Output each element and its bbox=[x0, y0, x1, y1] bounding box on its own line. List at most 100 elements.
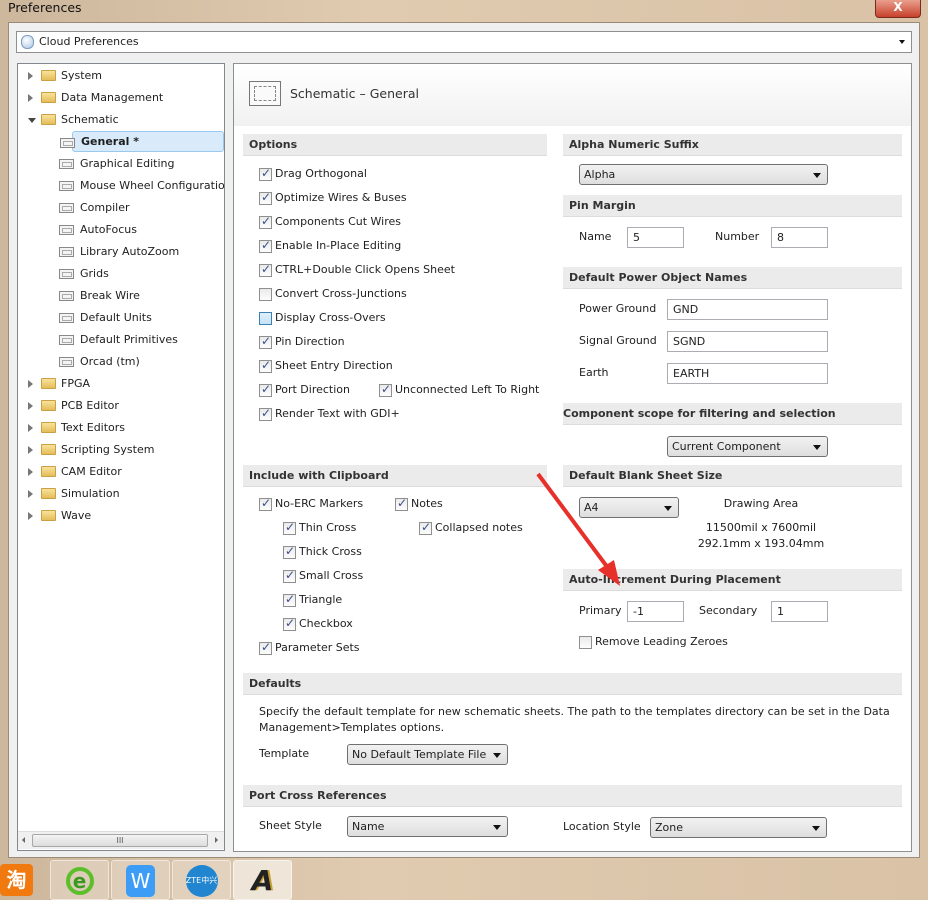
pin-number-input[interactable]: 8 bbox=[771, 227, 828, 248]
expand-icon[interactable] bbox=[28, 424, 33, 432]
thick-cross-label: Thick Cross bbox=[299, 545, 362, 558]
checkbox-label: Checkbox bbox=[299, 617, 353, 630]
tree-item[interactable]: Schematic bbox=[18, 109, 224, 131]
expand-icon[interactable] bbox=[28, 468, 33, 476]
enable-in-place-editing-label: Enable In-Place Editing bbox=[275, 239, 402, 252]
tree-item-label: PCB Editor bbox=[61, 399, 119, 412]
expand-icon[interactable] bbox=[28, 446, 33, 454]
page-icon bbox=[59, 291, 74, 301]
page-icon bbox=[59, 225, 74, 235]
drag-orthogonal-checkbox[interactable] bbox=[259, 166, 272, 181]
taskbar-wps[interactable]: W bbox=[111, 860, 170, 900]
expand-icon[interactable] bbox=[28, 72, 33, 80]
tree-item[interactable]: PCB Editor bbox=[18, 395, 224, 417]
zte-icon: ZTE中兴 bbox=[185, 865, 218, 897]
no-erc-markers-checkbox[interactable] bbox=[259, 496, 272, 511]
template-label: Template bbox=[259, 747, 310, 760]
sheet-style-select[interactable]: Name bbox=[347, 816, 508, 837]
ctrl-double-click-opens-sheet-checkbox[interactable] bbox=[259, 262, 272, 277]
taobao-icon[interactable]: 淘 bbox=[0, 864, 33, 896]
tree-item[interactable]: System bbox=[18, 65, 224, 87]
small-cross-checkbox[interactable] bbox=[283, 568, 296, 583]
checkbox-checkbox[interactable] bbox=[283, 616, 296, 631]
optimize-wires-buses-checkbox[interactable] bbox=[259, 190, 272, 205]
parameter-sets-checkbox[interactable] bbox=[259, 640, 272, 655]
tree-item[interactable]: Break Wire bbox=[18, 285, 224, 307]
location-style-label: Location Style bbox=[563, 820, 641, 833]
collapsed-notes-checkbox[interactable] bbox=[419, 520, 432, 535]
tree-item[interactable]: Library AutoZoom bbox=[18, 241, 224, 263]
expand-icon[interactable] bbox=[28, 490, 33, 498]
tree-item[interactable]: Default Primitives bbox=[18, 329, 224, 351]
scroll-right-icon[interactable] bbox=[215, 837, 218, 843]
tree-item[interactable]: FPGA bbox=[18, 373, 224, 395]
tree-item[interactable]: Scripting System bbox=[18, 439, 224, 461]
tree-item-label: Default Units bbox=[80, 311, 152, 324]
render-text-with-gdi-checkbox[interactable] bbox=[259, 406, 272, 421]
remove-leading-zeroes-label: Remove Leading Zeroes bbox=[595, 635, 728, 648]
close-button[interactable]: X bbox=[875, 0, 921, 18]
location-style-select[interactable]: Zone bbox=[650, 817, 827, 838]
tree-horizontal-scrollbar[interactable]: III bbox=[18, 831, 224, 849]
expand-icon[interactable] bbox=[28, 94, 33, 102]
enable-in-place-editing-checkbox[interactable] bbox=[259, 238, 272, 253]
convert-cross-junctions-checkbox[interactable] bbox=[259, 288, 272, 301]
folder-icon bbox=[41, 510, 56, 521]
expand-icon[interactable] bbox=[28, 512, 33, 520]
port-direction-checkbox[interactable] bbox=[259, 382, 272, 397]
tree-item[interactable]: Text Editors bbox=[18, 417, 224, 439]
expand-icon[interactable] bbox=[28, 380, 33, 388]
folder-icon bbox=[41, 70, 56, 81]
tree-item[interactable]: General * bbox=[60, 131, 224, 152]
scroll-left-icon[interactable] bbox=[22, 837, 25, 843]
tree-item[interactable]: Default Units bbox=[18, 307, 224, 329]
thick-cross-checkbox[interactable] bbox=[283, 544, 296, 559]
sheet-entry-direction-checkbox[interactable] bbox=[259, 358, 272, 373]
unconnected-left-to-right-checkbox[interactable] bbox=[379, 382, 392, 397]
components-cut-wires-checkbox[interactable] bbox=[259, 214, 272, 229]
tree-item[interactable]: Graphical Editing bbox=[18, 153, 224, 175]
tree-item[interactable]: AutoFocus bbox=[18, 219, 224, 241]
remove-leading-zeroes-checkbox[interactable] bbox=[579, 636, 592, 649]
window-title: Preferences bbox=[8, 0, 82, 15]
tree-item[interactable]: Simulation bbox=[18, 483, 224, 505]
page-icon bbox=[60, 138, 75, 148]
taskbar-ie[interactable]: e bbox=[50, 860, 109, 900]
taskbar: 淘 e W ZTE中兴 A bbox=[0, 858, 928, 900]
profile-select[interactable]: Cloud Preferences bbox=[16, 31, 912, 53]
thin-cross-checkbox[interactable] bbox=[283, 520, 296, 535]
alpha-suffix-select[interactable]: Alpha bbox=[579, 164, 828, 185]
sheet-size-select[interactable]: A4 bbox=[579, 497, 679, 518]
primary-input[interactable]: -1 bbox=[627, 601, 684, 622]
tree-item[interactable]: Wave bbox=[18, 505, 224, 527]
earth-input[interactable]: EARTH bbox=[667, 363, 828, 384]
tree-item[interactable]: Grids bbox=[18, 263, 224, 285]
power-ground-input[interactable]: GND bbox=[667, 299, 828, 320]
folder-icon bbox=[41, 114, 56, 125]
pin-direction-checkbox[interactable] bbox=[259, 334, 272, 349]
pin-name-input[interactable]: 5 bbox=[627, 227, 684, 248]
thin-cross-label: Thin Cross bbox=[299, 521, 357, 534]
tree-item[interactable]: CAM Editor bbox=[18, 461, 224, 483]
expand-open-icon[interactable] bbox=[28, 118, 36, 123]
sheet-style-value: Name bbox=[352, 820, 385, 833]
tree-item-label: Default Primitives bbox=[80, 333, 178, 346]
notes-checkbox[interactable] bbox=[395, 496, 408, 511]
scroll-thumb[interactable]: III bbox=[32, 834, 208, 847]
signal-ground-label: Signal Ground bbox=[579, 334, 657, 347]
tree-item[interactable]: Orcad (tm) bbox=[18, 351, 224, 373]
tree-item[interactable]: Data Management bbox=[18, 87, 224, 109]
tree-item[interactable]: Compiler bbox=[18, 197, 224, 219]
triangle-checkbox[interactable] bbox=[283, 592, 296, 607]
tree-item[interactable]: Mouse Wheel Configuration bbox=[18, 175, 224, 197]
unconnected-left-to-right-label: Unconnected Left To Right bbox=[395, 383, 540, 396]
taskbar-altium[interactable]: A bbox=[233, 860, 292, 900]
page-icon bbox=[59, 203, 74, 213]
expand-icon[interactable] bbox=[28, 402, 33, 410]
template-select[interactable]: No Default Template File bbox=[347, 744, 508, 765]
display-cross-overs-checkbox[interactable] bbox=[259, 312, 272, 325]
secondary-input[interactable]: 1 bbox=[771, 601, 828, 622]
signal-ground-input[interactable]: SGND bbox=[667, 331, 828, 352]
component-scope-select[interactable]: Current Component bbox=[667, 436, 828, 457]
taskbar-zte[interactable]: ZTE中兴 bbox=[172, 860, 231, 900]
